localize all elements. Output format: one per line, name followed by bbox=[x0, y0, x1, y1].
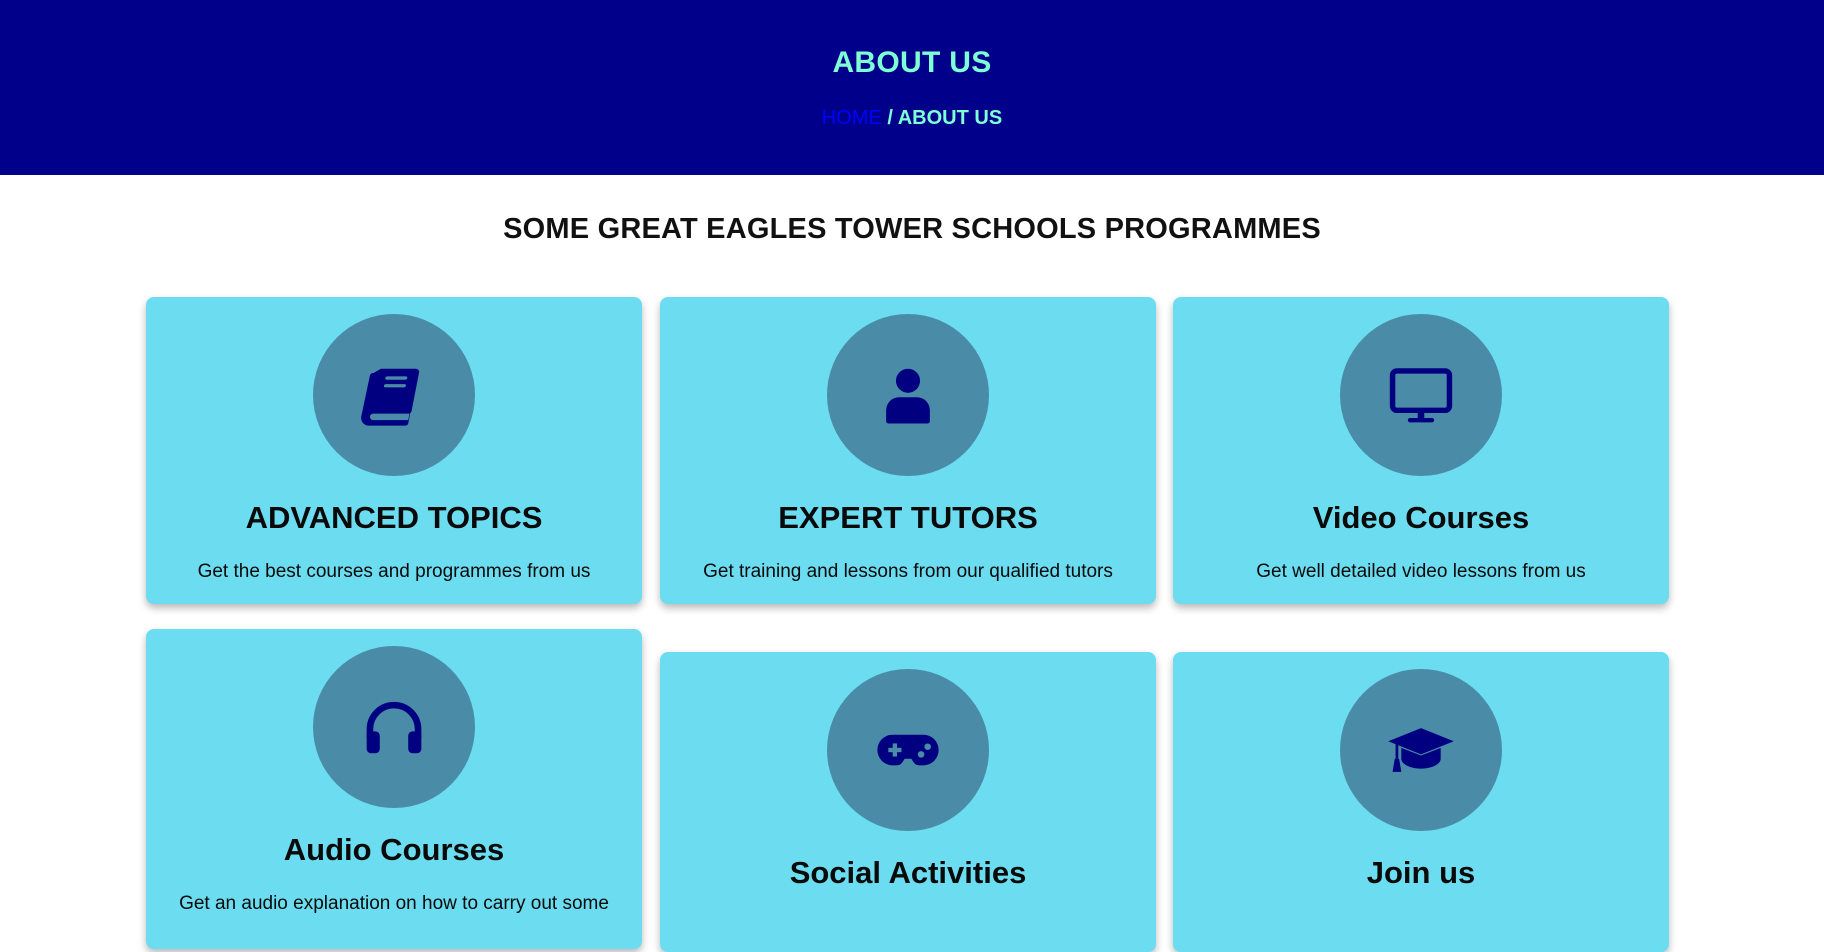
card-title: ADVANCED TOPICS bbox=[245, 500, 543, 535]
card-text: Get well detailed video lessons from us bbox=[1256, 561, 1586, 582]
card-audio-courses: Audio Courses Get an audio explanation o… bbox=[146, 629, 642, 949]
card-title: Audio Courses bbox=[283, 832, 505, 867]
breadcrumb: HOME / ABOUT US bbox=[0, 107, 1824, 130]
icon-circle bbox=[1340, 314, 1502, 476]
monitor-icon bbox=[1389, 368, 1453, 423]
page-banner: ABOUT US HOME / ABOUT US bbox=[0, 0, 1824, 175]
gamepad-icon bbox=[877, 734, 939, 766]
icon-circle bbox=[827, 314, 989, 476]
card-title: Video Courses bbox=[1312, 500, 1530, 535]
page-title: ABOUT US bbox=[832, 46, 992, 79]
breadcrumb-current: ABOUT US bbox=[897, 107, 1003, 129]
icon-circle bbox=[1340, 669, 1502, 831]
card-title: Social Activities bbox=[789, 855, 1027, 890]
card-text: Get the best courses and programmes from… bbox=[197, 561, 591, 582]
breadcrumb-separator: / bbox=[881, 107, 898, 129]
card-video-courses: Video Courses Get well detailed video le… bbox=[1173, 297, 1669, 604]
card-advanced-topics: ADVANCED TOPICS Get the best courses and… bbox=[146, 297, 642, 604]
card-expert-tutors: EXPERT TUTORS Get training and lessons f… bbox=[660, 297, 1156, 604]
book-icon bbox=[361, 368, 420, 426]
headphones-icon bbox=[366, 701, 422, 754]
user-icon bbox=[886, 368, 930, 424]
card-title: Join us bbox=[1366, 855, 1476, 890]
card-text: Get an audio explanation on how to carry… bbox=[179, 893, 609, 914]
card-text: Get training and lessons from our qualif… bbox=[703, 561, 1113, 582]
card-social-activities: Social Activities bbox=[660, 652, 1156, 952]
breadcrumb-home-link[interactable]: HOME bbox=[822, 107, 882, 129]
card-title: EXPERT TUTORS bbox=[778, 500, 1038, 535]
icon-circle bbox=[313, 314, 475, 476]
icon-circle bbox=[313, 646, 475, 808]
section-title: SOME GREAT EAGLES TOWER SCHOOLS PROGRAMM… bbox=[503, 213, 1321, 245]
card-join-us: Join us bbox=[1173, 652, 1669, 952]
icon-circle bbox=[827, 669, 989, 831]
graduation-cap-icon bbox=[1388, 728, 1454, 772]
